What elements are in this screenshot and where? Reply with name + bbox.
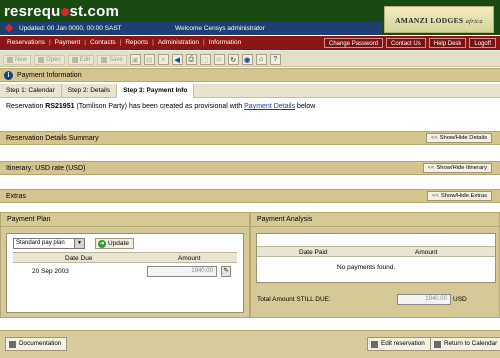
col-date-due: Date Due bbox=[65, 255, 93, 262]
plan-table-header: Date Due Amount bbox=[13, 252, 237, 263]
info-icon: i bbox=[4, 71, 13, 80]
logoff-button[interactable]: Logoff bbox=[469, 38, 496, 48]
col-amount: Amount bbox=[415, 249, 438, 256]
globe-icon[interactable]: ◉ bbox=[241, 54, 253, 65]
open-icon bbox=[38, 56, 45, 63]
tab-step2-details[interactable]: Step 2: Details bbox=[62, 84, 118, 98]
calendar-icon bbox=[434, 340, 441, 348]
confirmation-message: Reservation RS21951 (Tomlison Party) has… bbox=[6, 103, 316, 110]
paste-icon[interactable]: ▤ bbox=[143, 54, 155, 65]
section-title: Extras bbox=[6, 193, 26, 200]
currency-label: USD bbox=[453, 296, 467, 303]
save-icon bbox=[101, 56, 108, 63]
updated-timestamp: Updated: 00 Jan 0000, 00:00 SAST bbox=[19, 25, 122, 32]
tab-step3-payment-info[interactable]: Step 3: Payment Info bbox=[117, 84, 195, 98]
payment-information-title: Payment Information bbox=[17, 72, 82, 79]
back-arrow-icon[interactable]: ◀ bbox=[171, 54, 183, 65]
update-button[interactable]: ➜ Update bbox=[95, 238, 134, 249]
help-icon[interactable]: ? bbox=[269, 54, 281, 65]
edit-amount-icon[interactable]: ✎ bbox=[221, 266, 231, 277]
payment-details-link[interactable]: Payment Details bbox=[244, 103, 295, 110]
return-to-calendar-button[interactable]: Return to Calendar bbox=[430, 337, 500, 351]
menu-information[interactable]: Information bbox=[206, 39, 245, 46]
site-logo[interactable]: resrequ st.com bbox=[4, 3, 119, 20]
reservation-code: RS21951 bbox=[45, 103, 75, 110]
total-due-label: Total Amount STILL DUE: bbox=[257, 296, 331, 303]
copy-icon[interactable]: ▣ bbox=[129, 54, 141, 65]
menu-contacts[interactable]: Contacts bbox=[87, 39, 119, 46]
extras-section: Extras << Show/Hide Extras bbox=[0, 189, 500, 203]
payment-plan-panel: Payment Plan Standard pay plan ▼ ➜ Update… bbox=[0, 212, 250, 318]
col-amount: Amount bbox=[178, 255, 201, 262]
change-password-button[interactable]: Change Password bbox=[324, 38, 384, 48]
app-header: resrequ st.com AMANZI LODGES africa Updat… bbox=[0, 0, 500, 35]
chevron-down-icon: ▼ bbox=[74, 239, 84, 248]
no-payments-text: No payments found. bbox=[337, 264, 396, 271]
documentation-button[interactable]: Documentation bbox=[5, 337, 68, 351]
main-menu-bar: Reservations | Payment | Contacts | Reports… bbox=[0, 36, 500, 50]
reservation-details-summary-section: Reservation Details Summary << Show/Hide … bbox=[0, 131, 500, 145]
edit-icon bbox=[71, 56, 78, 63]
open-button[interactable]: Open bbox=[34, 54, 65, 65]
document-icon bbox=[9, 340, 16, 348]
delete-icon[interactable]: ✕ bbox=[157, 54, 169, 65]
show-hide-itinerary-button[interactable]: << Show/Hide Itinerary bbox=[422, 163, 492, 173]
contact-us-button[interactable]: Contact Us bbox=[386, 38, 426, 48]
payment-information-header: i Payment Information bbox=[0, 68, 500, 82]
tab-step1-calendar[interactable]: Step 1: Calendar bbox=[0, 84, 62, 98]
logo-dot-icon bbox=[60, 8, 69, 16]
section-title: Reservation Details Summary bbox=[6, 135, 99, 142]
info-bar: Updated: 00 Jan 0000, 00:00 SAST Welcome… bbox=[0, 22, 382, 35]
payment-plan-body: Standard pay plan ▼ ➜ Update Date Due Amo… bbox=[6, 233, 244, 313]
edit-icon bbox=[371, 340, 378, 348]
pay-plan-select[interactable]: Standard pay plan ▼ bbox=[13, 238, 85, 249]
show-hide-extras-button[interactable]: << Show/Hide Extras bbox=[427, 191, 492, 201]
itinerary-section: Itinerary: USD rate (USD) << Show/Hide It… bbox=[0, 161, 500, 175]
menu-administration[interactable]: Administration bbox=[155, 39, 202, 46]
preview-icon[interactable]: ◫ bbox=[199, 54, 211, 65]
footer-bar: Documentation Edit reservation Return to… bbox=[0, 330, 500, 358]
email-icon[interactable]: ✉ bbox=[213, 54, 225, 65]
payment-analysis-title: Payment Analysis bbox=[257, 216, 313, 223]
print-icon[interactable]: ⎙ bbox=[185, 54, 197, 65]
section-title: Itinerary: USD rate (USD) bbox=[6, 165, 86, 172]
home-icon[interactable]: ⌂ bbox=[255, 54, 267, 65]
menu-reservations[interactable]: Reservations bbox=[4, 39, 48, 46]
col-date-paid: Date Paid bbox=[299, 249, 328, 256]
menu-reports[interactable]: Reports bbox=[122, 39, 151, 46]
update-arrow-icon: ➜ bbox=[98, 239, 106, 248]
help-desk-button[interactable]: Help Desk bbox=[428, 38, 467, 48]
status-diamond-icon bbox=[4, 23, 14, 33]
refresh-icon[interactable]: ↻ bbox=[227, 54, 239, 65]
brand-banner: AMANZI LODGES africa bbox=[384, 6, 494, 33]
plan-row-date: 20 Sep 2003 bbox=[32, 268, 69, 275]
payment-analysis-panel: Payment Analysis Date Paid Amount No pay… bbox=[250, 212, 500, 318]
save-button[interactable]: Save bbox=[97, 54, 127, 65]
plan-row-amount-field[interactable]: 1940.00 bbox=[147, 266, 217, 277]
payment-analysis-body: Date Paid Amount No payments found. bbox=[256, 233, 496, 283]
edit-button[interactable]: Edit bbox=[67, 54, 95, 65]
welcome-text: Welcome Censys administrator bbox=[175, 25, 265, 32]
edit-reservation-button[interactable]: Edit reservation bbox=[367, 337, 431, 351]
analysis-table-header: Date Paid Amount bbox=[257, 246, 495, 257]
payment-plan-title: Payment Plan bbox=[7, 216, 51, 223]
new-button[interactable]: New bbox=[3, 54, 32, 65]
total-due-field: 1940.00 bbox=[397, 294, 451, 305]
menu-payment[interactable]: Payment bbox=[52, 39, 84, 46]
show-hide-details-button[interactable]: << Show/Hide Details bbox=[425, 133, 492, 143]
toolbar: New Open Edit Save ▣ ▤ ✕ ◀ ⎙ ◫ ✉ ↻ ◉ ⌂ ? bbox=[0, 51, 500, 67]
new-icon bbox=[7, 56, 13, 63]
step-tabs: Step 1: Calendar Step 2: Details Step 3:… bbox=[0, 84, 500, 98]
